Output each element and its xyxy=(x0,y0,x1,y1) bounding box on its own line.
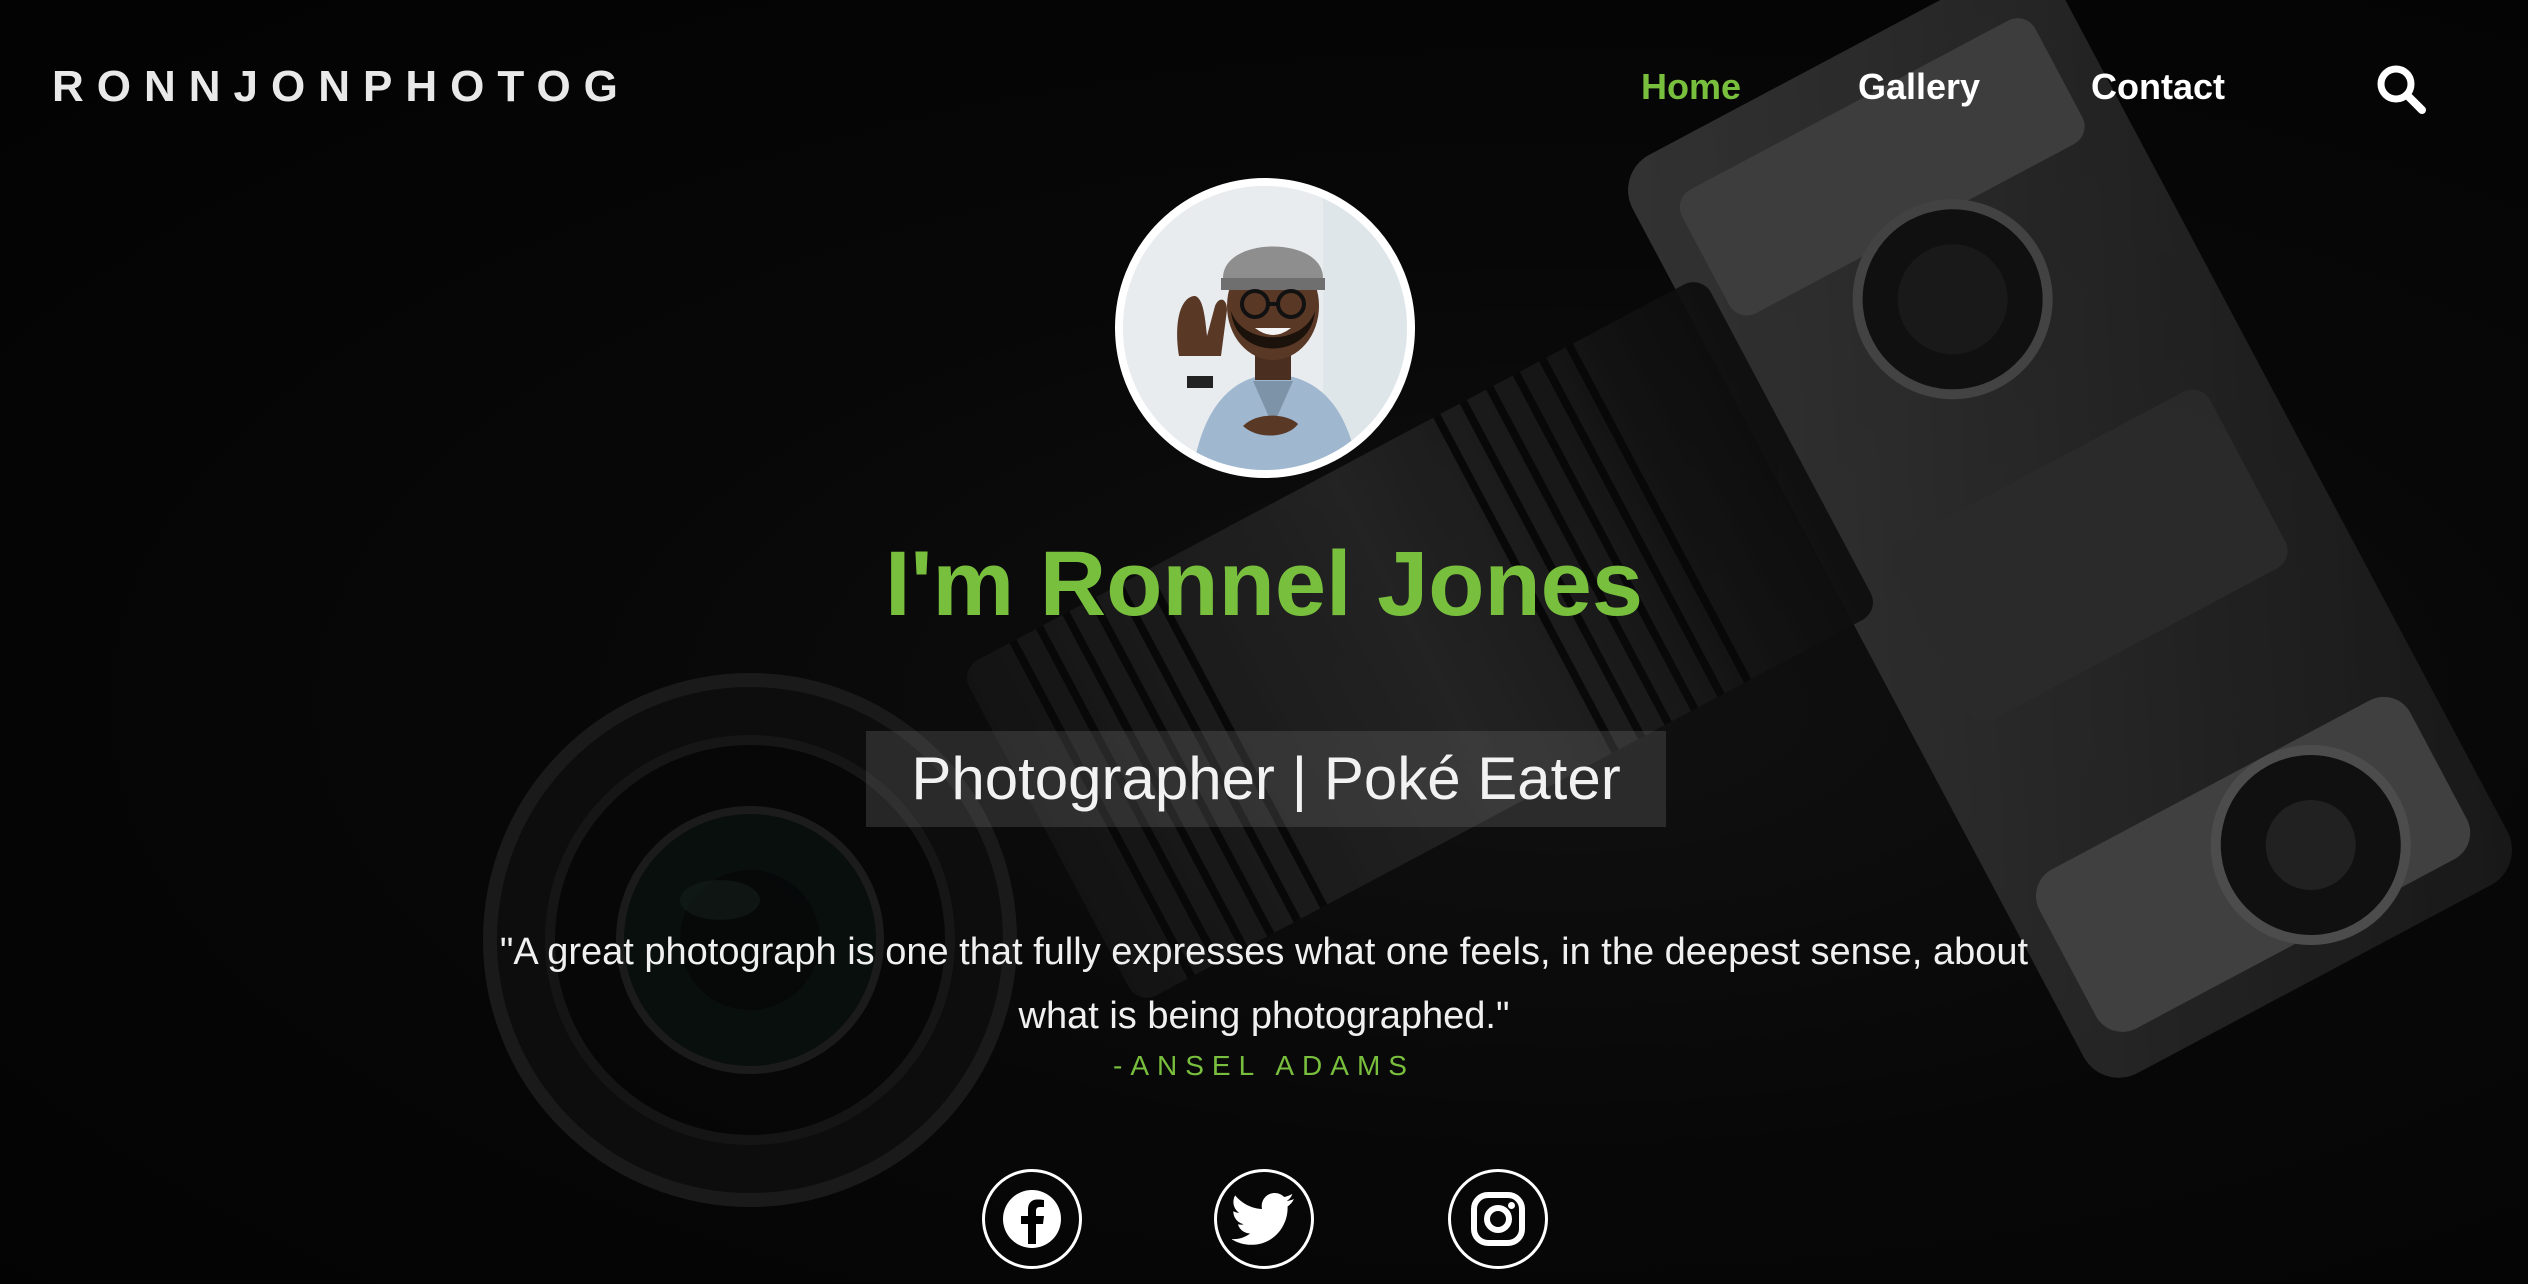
hero-section: RONNJONPHOTOG Home Gallery Contact I'm R… xyxy=(0,0,2528,1284)
tagline: Photographer | Poké Eater xyxy=(866,731,1666,827)
quote-text: "A great photograph is one that fully ex… xyxy=(499,931,2029,1037)
profile-photo xyxy=(1123,186,1407,470)
twitter-link[interactable] xyxy=(1214,1169,1314,1269)
instagram-link[interactable] xyxy=(1448,1169,1548,1269)
avatar xyxy=(1115,178,1415,478)
search-button[interactable] xyxy=(2374,62,2430,118)
facebook-link[interactable] xyxy=(982,1169,1082,1269)
instagram-icon xyxy=(1471,1192,1525,1246)
page-title: I'm Ronnel Jones xyxy=(884,533,1643,635)
brand-logo[interactable]: RONNJONPHOTOG xyxy=(52,62,631,112)
search-icon xyxy=(2377,65,2426,114)
twitter-icon xyxy=(1232,1193,1294,1245)
nav-gallery[interactable]: Gallery xyxy=(1858,66,1980,108)
quote-author: -ANSEL ADAMS xyxy=(1113,1050,1415,1081)
nav-home[interactable]: Home xyxy=(1641,66,1741,108)
facebook-icon xyxy=(1003,1190,1061,1248)
nav-contact[interactable]: Contact xyxy=(2091,66,2225,108)
